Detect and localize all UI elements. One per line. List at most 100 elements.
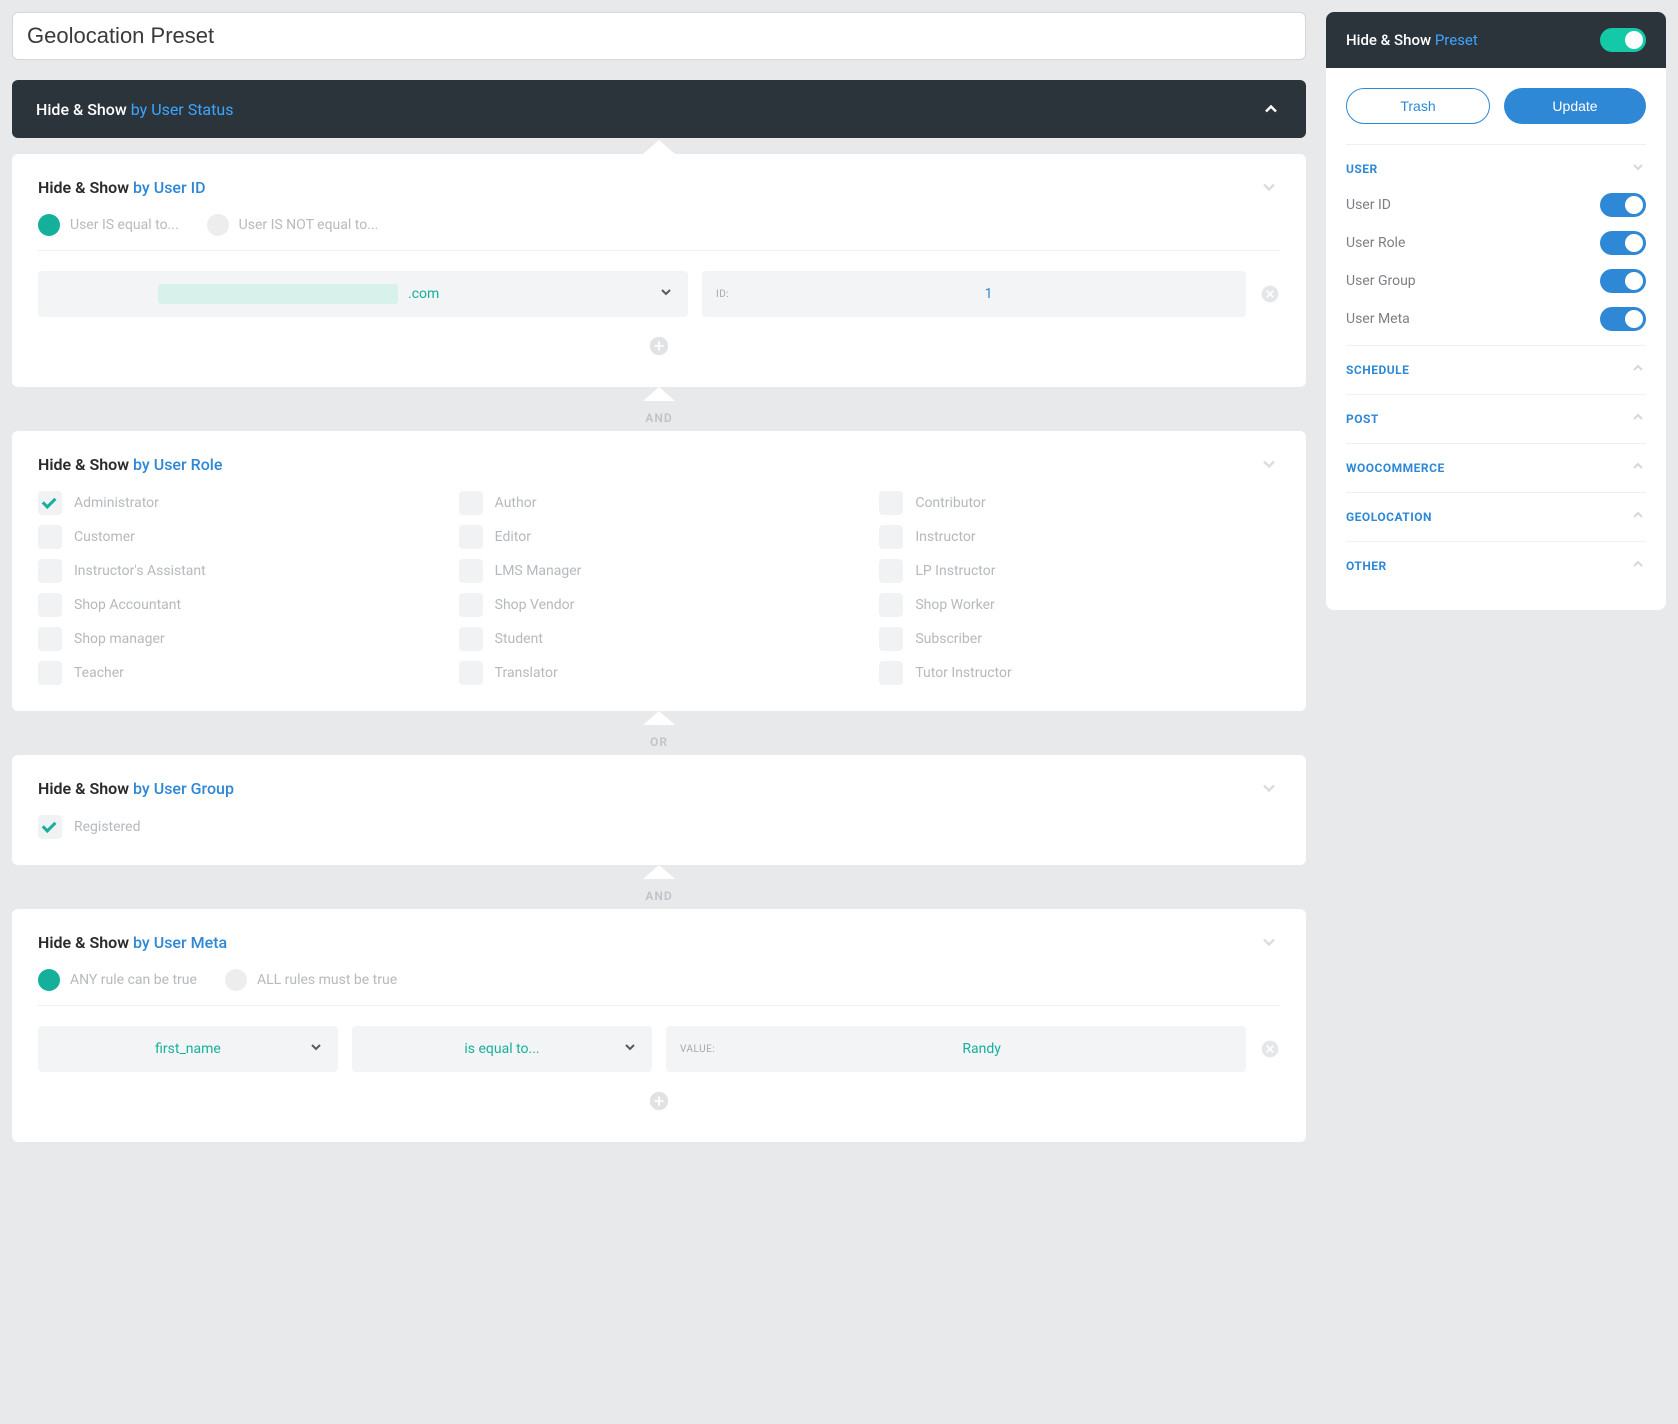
trash-button[interactable]: Trash <box>1346 88 1490 124</box>
user-status-accordion[interactable]: Hide & Show by User Status <box>12 80 1306 138</box>
divider <box>38 1005 1280 1006</box>
card-prefix: Hide & Show <box>38 779 129 798</box>
sidebar-user-item: User ID <box>1346 193 1646 217</box>
chevron-down-icon[interactable] <box>1258 453 1280 475</box>
user-role-card: Hide & Show by User Role AdministratorAu… <box>12 431 1306 711</box>
checkbox-label: Customer <box>74 529 135 545</box>
radio-all-rules[interactable]: ALL rules must be true <box>225 969 397 991</box>
id-field[interactable]: ID: 1 <box>702 271 1246 317</box>
checkbox-role[interactable]: Editor <box>459 525 860 549</box>
meta-op-value: is equal to... <box>464 1041 539 1057</box>
chevron-down-icon <box>308 1039 324 1059</box>
chevron-down-icon[interactable] <box>1258 777 1280 799</box>
sidebar-item-toggle[interactable] <box>1600 307 1646 331</box>
preset-enabled-toggle[interactable] <box>1600 28 1646 52</box>
checkbox-role[interactable]: Author <box>459 491 860 515</box>
section-schedule: SCHEDULE <box>1346 345 1646 394</box>
sidebar-item-toggle[interactable] <box>1600 231 1646 255</box>
chevron-up-icon <box>1630 458 1646 478</box>
radio-user-is-equal[interactable]: User IS equal to... <box>38 214 179 236</box>
checkbox-box <box>459 627 483 651</box>
chevron-down-icon <box>658 284 674 304</box>
checkbox-role[interactable]: Shop Worker <box>879 593 1280 617</box>
connector-and: AND <box>645 889 672 903</box>
add-row-icon[interactable] <box>648 1090 670 1112</box>
update-button[interactable]: Update <box>1504 88 1646 124</box>
section-woocommerce-header[interactable]: WOOCOMMERCE <box>1346 458 1646 478</box>
section-user: USER User IDUser RoleUser GroupUser Meta <box>1346 144 1646 345</box>
checkbox-role[interactable]: Shop Vendor <box>459 593 860 617</box>
add-row-icon[interactable] <box>648 335 670 357</box>
checkbox-box <box>38 593 62 617</box>
card-sub: by User Meta <box>133 933 227 952</box>
radio-any-rule[interactable]: ANY rule can be true <box>38 969 197 991</box>
checkbox-box <box>459 525 483 549</box>
divider <box>38 250 1280 251</box>
checkbox-role[interactable]: Shop Accountant <box>38 593 439 617</box>
section-other-header[interactable]: OTHER <box>1346 556 1646 576</box>
section-post-header[interactable]: POST <box>1346 409 1646 429</box>
user-select[interactable]: .com <box>38 271 688 317</box>
checkbox-box <box>459 661 483 685</box>
section-geolocation: GEOLOCATION <box>1346 492 1646 541</box>
sidebar-item-toggle[interactable] <box>1600 269 1646 293</box>
checkbox-role[interactable]: Customer <box>38 525 439 549</box>
sidebar-item-label: User Meta <box>1346 311 1410 327</box>
checkbox-box <box>38 661 62 685</box>
chevron-up-icon <box>1630 409 1646 429</box>
chevron-down-icon[interactable] <box>1258 176 1280 198</box>
checkbox-role[interactable]: Tutor Instructor <box>879 661 1280 685</box>
section-label: USER <box>1346 162 1378 176</box>
meta-key-select[interactable]: first_name <box>38 1026 338 1072</box>
checkbox-box <box>459 593 483 617</box>
card-sub: by User ID <box>133 178 206 197</box>
card-sub: by User Group <box>133 779 234 798</box>
checkbox-role[interactable]: Teacher <box>38 661 439 685</box>
preset-title-input[interactable] <box>12 12 1306 60</box>
checkbox-registered[interactable]: Registered <box>38 815 1280 839</box>
connector-and: AND <box>645 411 672 425</box>
sidebar-user-item: User Meta <box>1346 307 1646 331</box>
section-geolocation-header[interactable]: GEOLOCATION <box>1346 507 1646 527</box>
section-user-header[interactable]: USER <box>1346 159 1646 179</box>
checkbox-box <box>38 525 62 549</box>
checkbox-role[interactable]: Subscriber <box>879 627 1280 651</box>
user-group-card: Hide & Show by User Group Registered <box>12 755 1306 865</box>
checkbox-role[interactable]: Translator <box>459 661 860 685</box>
checkbox-role[interactable]: Administrator <box>38 491 439 515</box>
sidebar-item-label: User ID <box>1346 197 1391 213</box>
checkbox-role[interactable]: Instructor <box>879 525 1280 549</box>
chevron-up-icon <box>1630 360 1646 380</box>
section-other: OTHER <box>1346 541 1646 590</box>
chevron-down-icon[interactable] <box>1258 931 1280 953</box>
checkbox-label: Subscriber <box>915 631 982 647</box>
checkbox-label: Shop Accountant <box>74 597 181 613</box>
checkbox-box <box>879 491 903 515</box>
checkbox-role[interactable]: LP Instructor <box>879 559 1280 583</box>
delete-row-icon[interactable] <box>1260 1039 1280 1059</box>
checkbox-role[interactable]: Contributor <box>879 491 1280 515</box>
delete-row-icon[interactable] <box>1260 284 1280 304</box>
checkbox-box <box>459 559 483 583</box>
radio-dot-on <box>38 214 60 236</box>
checkbox-label: Student <box>495 631 543 647</box>
checkbox-box <box>879 661 903 685</box>
checkbox-role[interactable]: Student <box>459 627 860 651</box>
checkbox-box <box>879 593 903 617</box>
checkbox-box <box>38 815 62 839</box>
notch-decor <box>643 711 675 725</box>
sidebar-item-toggle[interactable] <box>1600 193 1646 217</box>
meta-value-field[interactable]: VALUE: Randy <box>666 1026 1246 1072</box>
checkbox-label: Registered <box>74 819 140 835</box>
meta-key-value: first_name <box>155 1041 221 1057</box>
section-schedule-header[interactable]: SCHEDULE <box>1346 360 1646 380</box>
checkbox-role[interactable]: LMS Manager <box>459 559 860 583</box>
radio-label: User IS equal to... <box>70 217 179 233</box>
meta-op-select[interactable]: is equal to... <box>352 1026 652 1072</box>
radio-dot-off <box>207 214 229 236</box>
checkbox-role[interactable]: Instructor's Assistant <box>38 559 439 583</box>
sidebar-item-label: User Role <box>1346 235 1405 251</box>
radio-user-is-not-equal[interactable]: User IS NOT equal to... <box>207 214 379 236</box>
checkbox-role[interactable]: Shop manager <box>38 627 439 651</box>
section-label: GEOLOCATION <box>1346 510 1432 524</box>
